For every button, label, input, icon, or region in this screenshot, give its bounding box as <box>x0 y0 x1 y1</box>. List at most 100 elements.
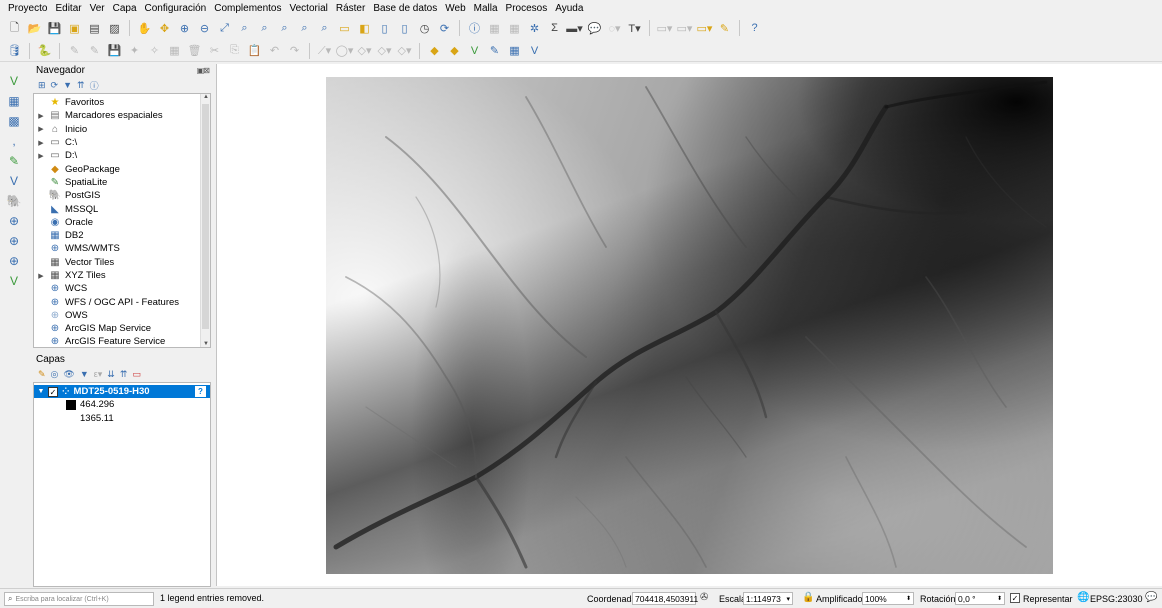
collapse-all-icon[interactable]: ⇈ <box>120 369 128 380</box>
filter-icon[interactable]: ▼ <box>63 80 72 90</box>
zoom-next-icon[interactable]: ⌕ <box>316 20 333 37</box>
python-console-icon[interactable]: 🐍 <box>36 42 53 59</box>
text-annotation-icon[interactable]: T▾ <box>626 20 643 37</box>
add-group-icon[interactable]: ◎ <box>51 369 59 380</box>
navigator-item[interactable]: ⊕ WFS / OGC API - Features <box>34 295 210 308</box>
save-project-icon[interactable]: 💾 <box>46 20 63 37</box>
redo-icon[interactable]: ↷ <box>286 42 303 59</box>
magnifier-field[interactable]: 100% ⬍ <box>862 592 914 605</box>
add-vector-layer-icon[interactable]: V <box>5 72 23 89</box>
scroll-down-icon[interactable]: ▼ <box>201 341 211 347</box>
new-spatialite-icon[interactable]: ✎ <box>486 42 503 59</box>
navigator-item[interactable]: 🐘 PostGIS <box>34 189 210 202</box>
add-vector-layer-icon[interactable]: ◆ <box>426 42 443 59</box>
add-feature-icon[interactable]: ✦ <box>126 42 143 59</box>
navigator-item[interactable]: ▶ ▭ D:\ <box>34 149 210 162</box>
render-checkbox[interactable]: ✓ <box>1010 593 1020 603</box>
measure-icon[interactable]: ▬▾ <box>566 20 583 37</box>
navigator-item[interactable]: ✎ SpatiaLite <box>34 176 210 189</box>
spinner-icon[interactable]: ⬍ <box>997 595 1002 602</box>
refresh-icon[interactable]: ⟳ <box>51 80 59 91</box>
expand-all-icon[interactable]: ⇊ <box>107 369 115 380</box>
add-mesh-layer-icon[interactable]: ▩ <box>5 112 23 129</box>
style-manager-icon[interactable]: ▨ <box>106 20 123 37</box>
menu-item[interactable]: Editar <box>51 0 85 17</box>
menu-item[interactable]: Proyecto <box>4 0 51 17</box>
offset-icon[interactable]: ◇▾ <box>376 42 393 59</box>
navigator-item[interactable]: ▦ Vector Tiles <box>34 256 210 269</box>
add-wfs-icon[interactable]: V <box>526 42 543 59</box>
lock-scale-icon[interactable]: 🔒 <box>802 592 814 603</box>
rotate-icon[interactable]: ◇▾ <box>356 42 373 59</box>
show-bookmarks-icon[interactable]: ▯ <box>396 20 413 37</box>
menu-item[interactable]: Ayuda <box>551 0 587 17</box>
menu-item[interactable]: Configuración <box>141 0 211 17</box>
toolbox-gear-icon[interactable]: ✲ <box>526 20 543 37</box>
add-spatialite-layer-icon[interactable]: ✎ <box>5 152 23 169</box>
help-icon[interactable]: ? <box>746 20 763 37</box>
collapse-arrow-icon[interactable]: ▼ <box>34 388 48 395</box>
navigator-item[interactable]: ⊕ WCS <box>34 282 210 295</box>
navigator-item[interactable]: ⊕ OWS <box>34 309 210 322</box>
menu-item[interactable]: Ráster <box>332 0 369 17</box>
info-icon[interactable]: ⓘ <box>90 79 99 92</box>
new-3d-view-icon[interactable]: ◧ <box>356 20 373 37</box>
navigator-scrollbar[interactable]: ▲ ▼ <box>200 94 210 347</box>
navigator-item[interactable]: ◆ GeoPackage <box>34 162 210 175</box>
navigator-item[interactable]: ▶ ▭ C:\ <box>34 136 210 149</box>
deselect-icon[interactable]: ▭▾ <box>696 20 713 37</box>
select-features-icon[interactable]: ◌▾ <box>606 20 623 37</box>
add-selected-layers-icon[interactable]: ⊞ <box>38 80 46 91</box>
navigator-item[interactable]: ⊕ WMS/WMTS <box>34 242 210 255</box>
expand-arrow-icon[interactable]: ▶ <box>34 125 48 133</box>
new-project-icon[interactable]: 🗋 <box>6 20 23 37</box>
messages-icon[interactable]: 💬 <box>1145 592 1157 603</box>
modify-attributes-icon[interactable]: ▦ <box>166 42 183 59</box>
map-tips-icon[interactable]: 💬 <box>586 20 603 37</box>
temporal-controller-icon[interactable]: ◷ <box>416 20 433 37</box>
new-bookmark-icon[interactable]: ▯ <box>376 20 393 37</box>
chevron-down-icon[interactable]: ▾ <box>786 595 790 603</box>
menu-item[interactable]: Capa <box>109 0 141 17</box>
navigator-item[interactable]: ⊕ ArcGIS Map Service <box>34 322 210 335</box>
toggle-editing-icon[interactable]: ✎ <box>86 42 103 59</box>
undo-icon[interactable]: ↶ <box>266 42 283 59</box>
select-by-area-icon[interactable]: ▭▾ <box>656 20 673 37</box>
map-canvas[interactable] <box>216 64 1162 586</box>
copy-features-icon[interactable]: ⎘ <box>226 42 243 59</box>
split-icon[interactable]: ◇▾ <box>396 42 413 59</box>
navigator-item[interactable]: ★ Favoritos <box>34 96 210 109</box>
layer-help-icon[interactable]: ? <box>195 386 206 397</box>
navigator-item[interactable]: ▶ ▤ Marcadores espaciales <box>34 109 210 122</box>
zoom-full-icon[interactable]: ⤢ <box>216 20 233 37</box>
navigator-item[interactable]: ▶ ⌂ Inicio <box>34 123 210 136</box>
highlight-icon[interactable]: ✎ <box>716 20 733 37</box>
add-delimited-text-icon[interactable]: , <box>5 132 23 149</box>
crs-globe-icon[interactable]: 🌐 <box>1077 592 1089 603</box>
scrollbar-thumb[interactable] <box>202 104 209 329</box>
current-edits-icon[interactable]: ✎ <box>66 42 83 59</box>
refresh-icon[interactable]: ⟳ <box>436 20 453 37</box>
filter-by-expression-icon[interactable]: ε▾ <box>94 369 103 380</box>
add-postgis-layer-icon[interactable]: 🐘 <box>5 192 23 209</box>
zoom-to-layer-icon[interactable]: ⌕ <box>256 20 273 37</box>
add-raster-layer-icon[interactable]: ▦ <box>5 92 23 109</box>
rotation-field[interactable]: 0,0 ° ⬍ <box>955 592 1005 605</box>
statistical-summary-icon[interactable]: ▦ <box>506 20 523 37</box>
open-project-icon[interactable]: 📂 <box>26 20 43 37</box>
style-panel-icon[interactable]: ✎ <box>38 369 46 380</box>
remove-layer-icon[interactable]: ▭ <box>132 369 141 380</box>
expand-arrow-icon[interactable]: ▶ <box>34 272 48 280</box>
cut-features-icon[interactable]: ✂ <box>206 42 223 59</box>
menu-item[interactable]: Ver <box>86 0 109 17</box>
navigator-item[interactable]: ◉ Oracle <box>34 216 210 229</box>
zoom-to-selection-icon[interactable]: ⌕ <box>236 20 253 37</box>
zoom-out-icon[interactable]: ⊖ <box>196 20 213 37</box>
menu-item[interactable]: Procesos <box>502 0 552 17</box>
add-wfs-layer-icon[interactable]: ⊕ <box>5 252 23 269</box>
crs-label[interactable]: EPSG:23030 <box>1090 594 1143 604</box>
menu-item[interactable]: Malla <box>470 0 502 17</box>
show-layout-manager-icon[interactable]: ▤ <box>86 20 103 37</box>
manage-map-themes-icon[interactable]: 👁 <box>63 369 74 380</box>
add-virtual-layer-icon[interactable]: V <box>5 172 23 189</box>
